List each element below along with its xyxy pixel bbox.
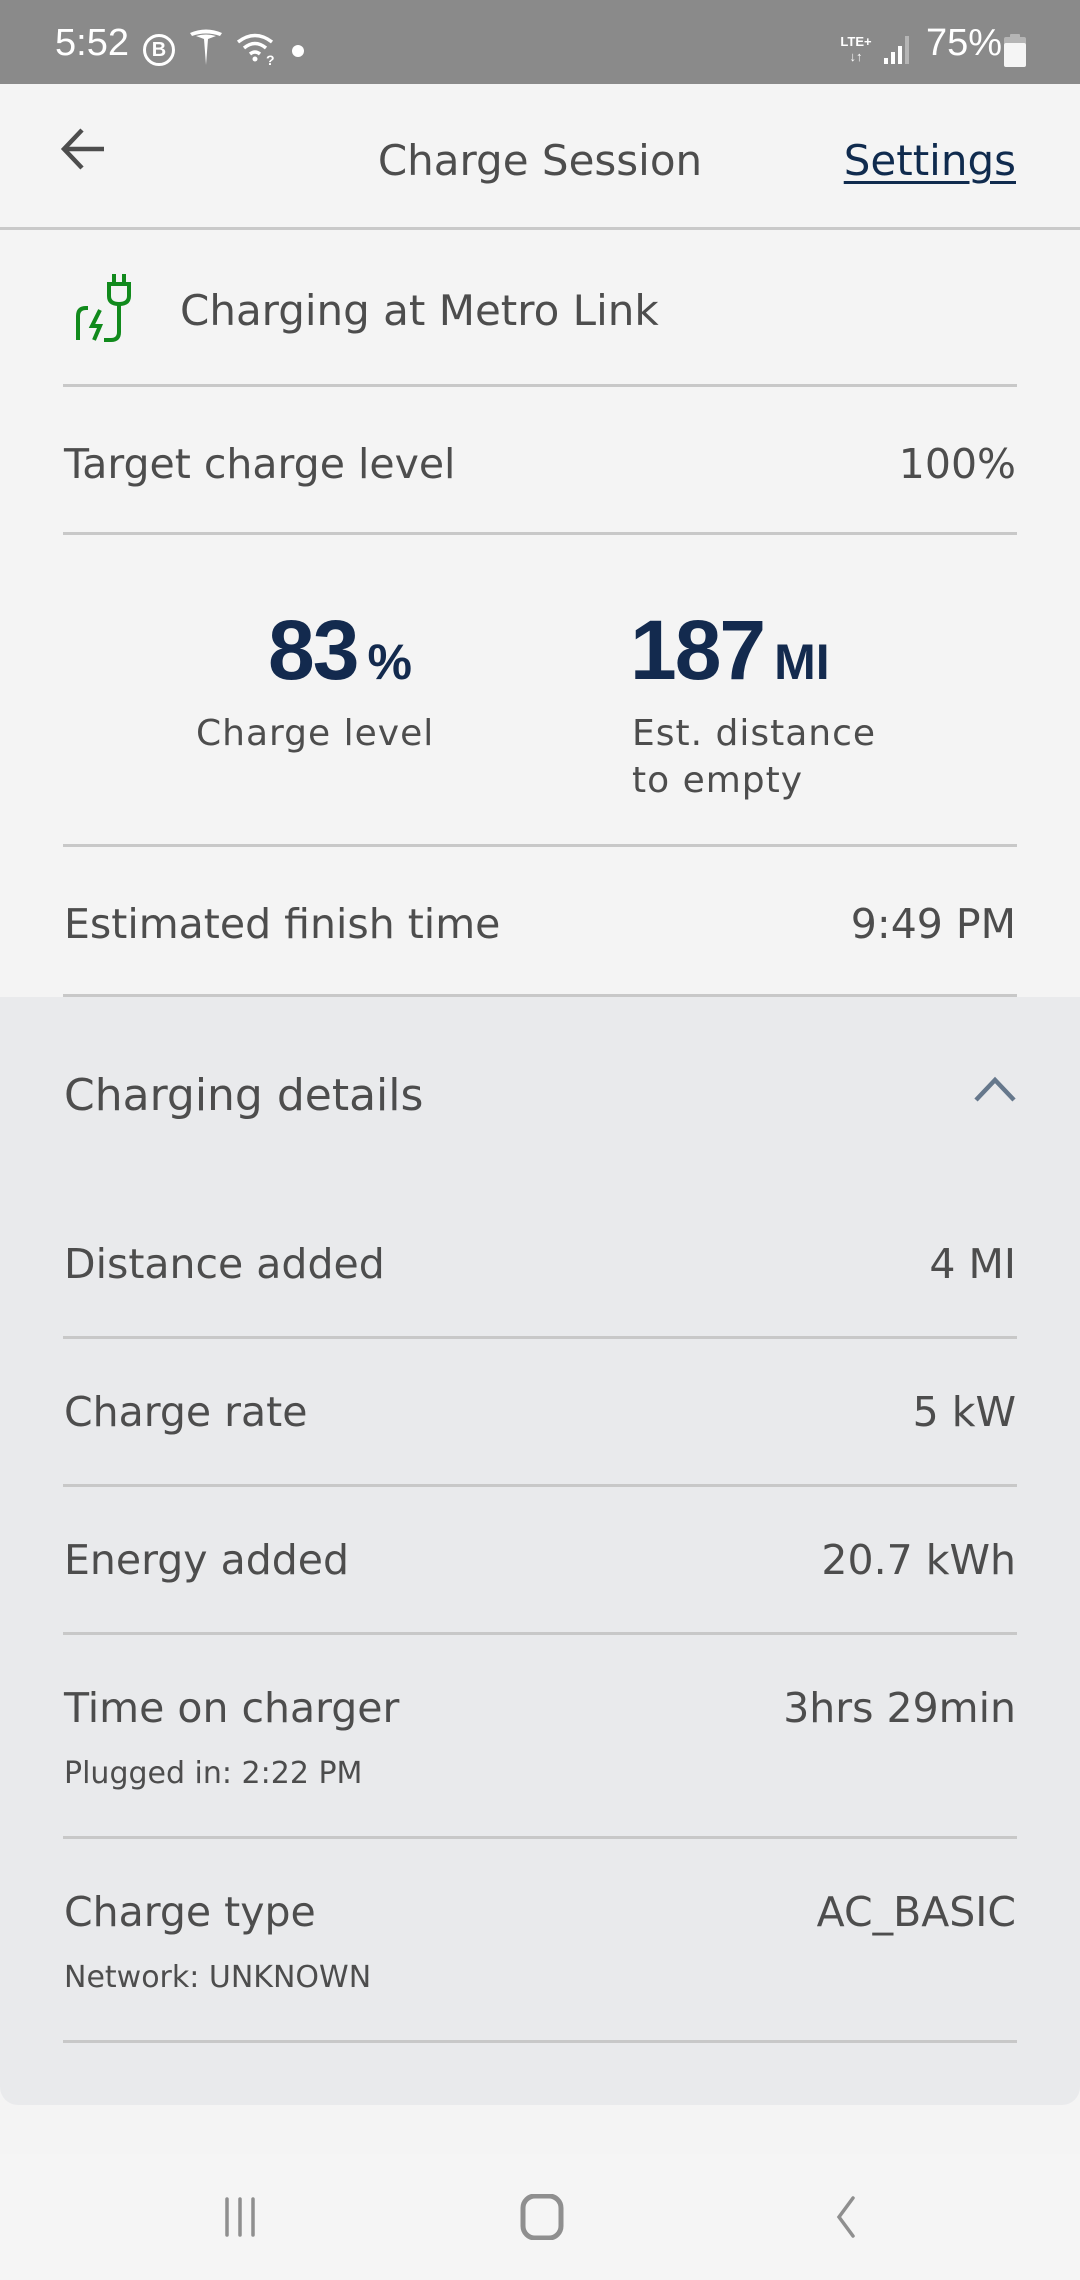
detail-row-sub: Network: UNKNOWN <box>64 1960 372 1995</box>
detail-row-label: Charge type <box>64 1888 316 1936</box>
divider <box>63 532 1017 535</box>
divider <box>63 384 1017 387</box>
finish-time-value: 9:49 PM <box>850 900 1016 948</box>
chevron-up-icon <box>974 1076 1016 1102</box>
app-header: Charge Session Settings <box>0 84 1080 230</box>
collapse-button[interactable] <box>970 1072 1020 1108</box>
detail-row-value: AC_BASIC <box>816 1888 1016 1936</box>
nav-back-button[interactable] <box>816 2192 876 2242</box>
charging-details-title[interactable]: Charging details <box>64 1070 423 1121</box>
divider <box>63 1484 1017 1487</box>
battery-icon <box>1004 34 1026 67</box>
status-bar: 5:52 B ? LTE+ ↓↑ 75% <box>0 0 1080 84</box>
status-time: 5:52 <box>55 22 129 64</box>
charge-level-value: 83 <box>268 603 359 697</box>
ev-plug-icon <box>74 272 134 344</box>
location-text: Charging at Metro Link <box>180 286 659 335</box>
target-charge-value[interactable]: 100% <box>899 440 1016 488</box>
settings-link[interactable]: Settings <box>844 136 1016 185</box>
b-circle-icon: B <box>143 34 175 66</box>
detail-row-value: 20.7 kWh <box>821 1536 1016 1584</box>
recent-apps-icon <box>225 2197 255 2237</box>
recent-apps-button[interactable] <box>210 2192 270 2242</box>
charge-level-label: Charge level <box>196 713 435 754</box>
chevron-left-icon <box>836 2196 855 2238</box>
home-icon <box>520 2194 564 2240</box>
lte-icon: LTE+ ↓↑ <box>836 32 876 66</box>
network-type: LTE+ <box>840 34 872 49</box>
charge-level-unit: % <box>367 634 412 690</box>
divider <box>63 994 1017 997</box>
detail-row-value: 4 MI <box>929 1240 1016 1288</box>
detail-row-label: Charge rate <box>64 1388 308 1436</box>
footer-spacer <box>0 2107 1080 2157</box>
divider <box>63 1632 1017 1635</box>
battery-percent: 75% <box>926 22 1003 64</box>
divider <box>63 2040 1017 2043</box>
distance-label-line2: to empty <box>632 760 804 801</box>
distance-unit: MI <box>774 634 830 690</box>
data-arrows-icon: ↓↑ <box>849 49 863 64</box>
home-button[interactable] <box>512 2192 572 2242</box>
target-charge-label: Target charge level <box>64 440 456 488</box>
charge-level-stat: 83% <box>268 602 412 699</box>
svg-text:?: ? <box>266 52 275 66</box>
detail-row-label: Energy added <box>64 1536 349 1584</box>
page-title-text: Charge Session <box>377 136 703 185</box>
detail-row-label: Time on charger <box>64 1684 400 1732</box>
detail-row-sub: Plugged in: 2:22 PM <box>64 1756 363 1791</box>
system-nav-bar <box>0 2154 1080 2280</box>
detail-row-label: Distance added <box>64 1240 385 1288</box>
divider <box>63 1336 1017 1339</box>
wifi-question-icon: ? <box>236 32 278 66</box>
divider <box>63 844 1017 847</box>
distance-label-line1: Est. distance <box>632 713 877 754</box>
distance-value: 187 <box>630 603 766 697</box>
tesla-icon <box>186 29 226 65</box>
distance-label: Est. distance to empty <box>632 710 876 804</box>
distance-stat: 187 MI <box>630 602 830 699</box>
notification-dot-icon <box>292 45 304 57</box>
signal-icon <box>882 34 914 66</box>
detail-row-value: 5 kW <box>912 1388 1016 1436</box>
detail-row-value: 3hrs 29min <box>783 1684 1016 1732</box>
finish-time-label: Estimated finish time <box>64 900 501 948</box>
divider <box>63 1836 1017 1839</box>
